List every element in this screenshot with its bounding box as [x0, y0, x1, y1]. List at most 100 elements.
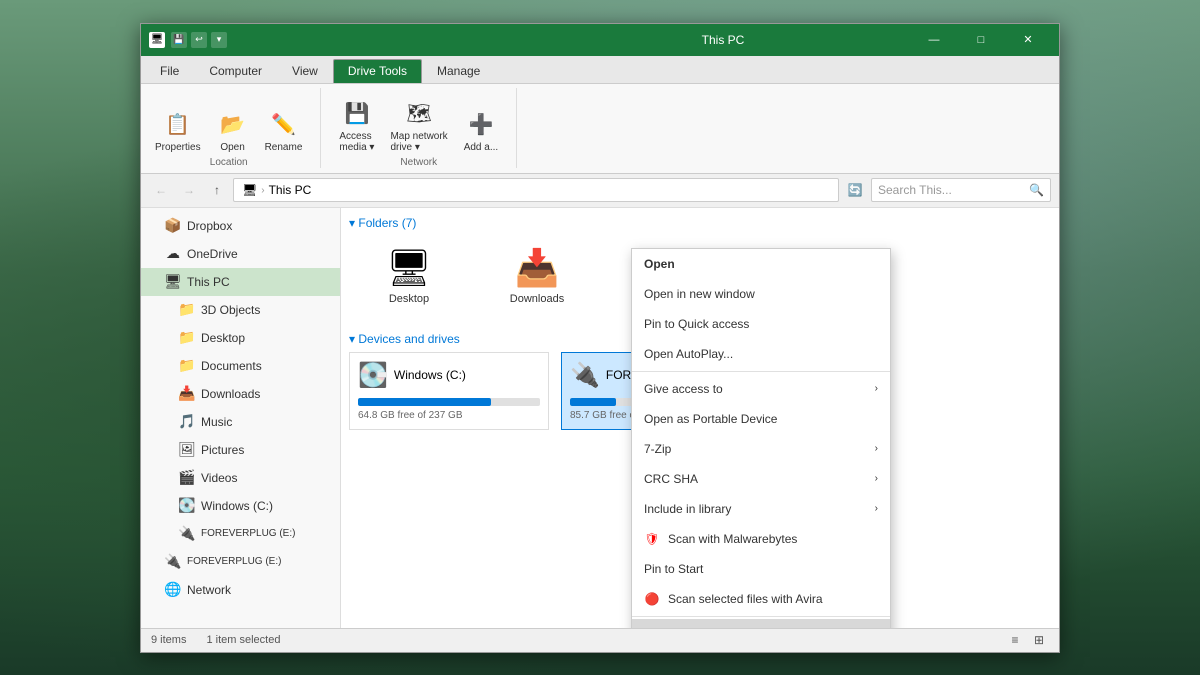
- ribbon-btn-access-media[interactable]: 💾 Accessmedia ▾: [333, 93, 380, 157]
- view-controls: ≡ ⊞: [1005, 631, 1049, 649]
- list-view-button[interactable]: ≡: [1005, 631, 1025, 649]
- ctx-scan-avira-label: Scan selected files with Avira: [668, 592, 823, 606]
- sidebar-item-pictures[interactable]: 🖼 Pictures: [141, 436, 340, 464]
- device-foreverplug-icon: 🔌: [570, 361, 600, 390]
- 3d-objects-icon: 📁: [179, 302, 195, 318]
- ctx-open-new-window[interactable]: Open in new window: [632, 279, 890, 309]
- ctx-include-library[interactable]: Include in library ›: [632, 494, 890, 524]
- sidebar-item-dropbox[interactable]: 📦 Dropbox: [141, 212, 340, 240]
- folder-downloads-icon: 📥: [515, 247, 560, 289]
- map-network-icon: 🗺: [403, 97, 435, 129]
- ctx-crc-sha-label: CRC SHA: [644, 472, 698, 486]
- ribbon-btn-map-network[interactable]: 🗺 Map networkdrive ▾: [384, 93, 453, 157]
- up-button[interactable]: ↑: [205, 178, 229, 202]
- network-icon: 🌐: [165, 582, 181, 598]
- sidebar-item-videos[interactable]: 🎬 Videos: [141, 464, 340, 492]
- sidebar-item-desktop[interactable]: 📁 Desktop: [141, 324, 340, 352]
- ctx-pin-quick-access-label: Pin to Quick access: [644, 317, 749, 331]
- close-button[interactable]: ✕: [1005, 24, 1051, 56]
- explorer-window: 🖥 💾 ↩ ▾ This PC — □ ✕ File Computer View…: [140, 23, 1060, 653]
- ribbon-btn-open[interactable]: 📂 Open: [211, 104, 255, 157]
- grid-view-button[interactable]: ⊞: [1029, 631, 1049, 649]
- main-content: 📦 Dropbox ☁ OneDrive 🖥 This PC 📁 3D Obje…: [141, 208, 1059, 628]
- ctx-format-label: Format...: [644, 627, 692, 628]
- ctx-7zip[interactable]: 7-Zip ›: [632, 434, 890, 464]
- ribbon-btn-add[interactable]: ➕ Add a...: [458, 104, 504, 157]
- maximize-button[interactable]: □: [958, 24, 1004, 56]
- search-icon: 🔍: [1029, 183, 1044, 197]
- tab-view[interactable]: View: [277, 59, 333, 83]
- this-pc-icon: 🖥: [165, 274, 181, 290]
- tab-file[interactable]: File: [145, 59, 194, 83]
- ctx-7zip-label: 7-Zip: [644, 442, 671, 456]
- folder-item-desktop[interactable]: 🖥 Desktop: [349, 236, 469, 316]
- ctx-scan-malwarebytes[interactable]: 🛡 Scan with Malwarebytes: [632, 524, 890, 554]
- tab-computer[interactable]: Computer: [194, 59, 277, 83]
- dropdown-qat-btn[interactable]: ▾: [211, 32, 227, 48]
- minimize-button[interactable]: —: [911, 24, 957, 56]
- windows-c-icon: 💽: [179, 498, 195, 514]
- pictures-icon: 🖼: [179, 442, 195, 458]
- ctx-crc-sha[interactable]: CRC SHA ›: [632, 464, 890, 494]
- ribbon: 📋 Properties 📂 Open ✏️ Rename Location 💾…: [141, 84, 1059, 174]
- sidebar-item-3d-objects[interactable]: 📁 3D Objects: [141, 296, 340, 324]
- ctx-include-library-arrow: ›: [875, 503, 878, 514]
- context-menu: Open Open in new window Pin to Quick acc…: [631, 248, 891, 628]
- ctx-give-access[interactable]: Give access to ›: [632, 374, 890, 404]
- ctx-open[interactable]: Open: [632, 249, 890, 279]
- tab-manage[interactable]: Manage: [422, 59, 495, 83]
- title-bar: 🖥 💾 ↩ ▾ This PC — □ ✕: [141, 24, 1059, 56]
- tab-drive-tools[interactable]: Drive Tools: [333, 59, 422, 83]
- sidebar-label-network: Network: [187, 583, 231, 597]
- device-windows-c[interactable]: 💽 Windows (C:) 64.8 GB free of 237 GB: [349, 352, 549, 430]
- address-pc-icon: 🖥: [242, 183, 257, 197]
- sidebar-label-desktop: Desktop: [201, 331, 245, 345]
- ctx-pin-quick-access[interactable]: Pin to Quick access: [632, 309, 890, 339]
- ctx-format[interactable]: Format...: [632, 619, 890, 628]
- file-area: ▾ Folders (7) 🖥 Desktop 📥 Downloads 🖼 Pi…: [341, 208, 1059, 628]
- quick-access-toolbar: 💾 ↩ ▾: [171, 32, 535, 48]
- sidebar-item-network[interactable]: 🌐 Network: [141, 576, 340, 604]
- device-windows-c-storage: 64.8 GB free of 237 GB: [358, 410, 540, 421]
- ribbon-group-network: 💾 Accessmedia ▾ 🗺 Map networkdrive ▾ ➕ A…: [333, 88, 517, 168]
- device-windows-c-progress-bar: [358, 398, 540, 406]
- ctx-include-library-label: Include in library: [644, 502, 731, 516]
- desktop-icon: 📁: [179, 330, 195, 346]
- ribbon-tabs: File Computer View Drive Tools Manage: [141, 56, 1059, 84]
- sidebar-item-foreverplug-e1[interactable]: 🔌 FOREVERPLUG (E:): [141, 520, 340, 548]
- sidebar: 📦 Dropbox ☁ OneDrive 🖥 This PC 📁 3D Obje…: [141, 208, 341, 628]
- ribbon-btn-rename[interactable]: ✏️ Rename: [259, 104, 309, 157]
- refresh-button[interactable]: 🔄: [843, 178, 867, 202]
- undo-qat-btn[interactable]: ↩: [191, 32, 207, 48]
- sidebar-item-onedrive[interactable]: ☁ OneDrive: [141, 240, 340, 268]
- back-button[interactable]: ←: [149, 178, 173, 202]
- window-controls: — □ ✕: [911, 24, 1051, 56]
- foreverplug-e1-icon: 🔌: [179, 526, 195, 542]
- ribbon-btn-properties[interactable]: 📋 Properties: [149, 104, 207, 157]
- sidebar-item-foreverplug-e2[interactable]: 🔌 FOREVERPLUG (E:): [141, 548, 340, 576]
- folder-item-downloads[interactable]: 📥 Downloads: [477, 236, 597, 316]
- address-path: This PC: [269, 183, 312, 197]
- search-box[interactable]: Search This... 🔍: [871, 178, 1051, 202]
- save-qat-btn[interactable]: 💾: [171, 32, 187, 48]
- address-bar[interactable]: 🖥 › This PC: [233, 178, 839, 202]
- sidebar-label-downloads: Downloads: [201, 387, 260, 401]
- window-title: This PC: [541, 33, 905, 47]
- sidebar-item-downloads[interactable]: 📥 Downloads: [141, 380, 340, 408]
- selected-count: 1 item selected: [206, 634, 280, 646]
- sidebar-item-this-pc[interactable]: 🖥 This PC: [141, 268, 340, 296]
- forward-button[interactable]: →: [177, 178, 201, 202]
- dropbox-icon: 📦: [165, 218, 181, 234]
- ctx-open-autoplay[interactable]: Open AutoPlay...: [632, 339, 890, 369]
- access-media-icon: 💾: [341, 97, 373, 129]
- ctx-pin-start[interactable]: Pin to Start: [632, 554, 890, 584]
- sidebar-label-foreverplug-e2: FOREVERPLUG (E:): [187, 556, 281, 567]
- sidebar-item-windows-c[interactable]: 💽 Windows (C:): [141, 492, 340, 520]
- device-windows-c-progress-fill: [358, 398, 491, 406]
- folders-section-header[interactable]: ▾ Folders (7): [349, 216, 1051, 230]
- ctx-scan-malwarebytes-label: Scan with Malwarebytes: [668, 532, 797, 546]
- ctx-scan-avira[interactable]: 🔴 Scan selected files with Avira: [632, 584, 890, 614]
- sidebar-item-music[interactable]: 🎵 Music: [141, 408, 340, 436]
- sidebar-item-documents[interactable]: 📁 Documents: [141, 352, 340, 380]
- ctx-open-portable[interactable]: Open as Portable Device: [632, 404, 890, 434]
